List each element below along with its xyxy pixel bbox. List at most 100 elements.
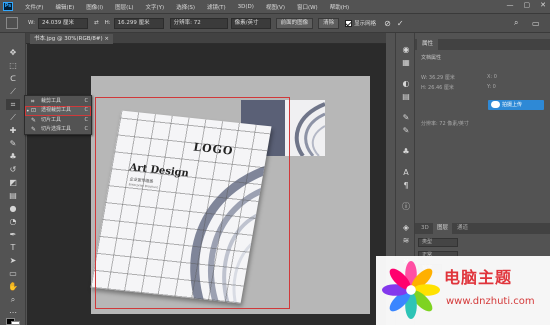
color-panel-icon[interactable]: ◐ [400,79,412,89]
minimize-icon[interactable]: — [507,1,514,9]
slice-select-icon: ✎ [31,126,37,133]
menu-type[interactable]: 文字(Y) [146,3,165,11]
flower-logo-icon [382,261,440,319]
clear-button[interactable]: 清除 [318,17,340,29]
info-panel-icon[interactable]: ⓘ [400,202,412,212]
move-tool-icon[interactable]: ✥ [6,47,20,58]
swap-icon[interactable]: ⇄ [94,20,99,26]
shortcut-key: C [84,107,89,113]
pen-tool-icon[interactable]: ✒ [6,229,20,240]
crop-bounding-box[interactable] [95,97,290,309]
front-image-button[interactable]: 前面的图像 [275,17,314,29]
history-panel-icon[interactable]: ◉ [400,45,412,55]
close-icon[interactable]: ✕ [540,1,546,9]
search-icon[interactable]: ⌕ [514,18,518,28]
crop-tool-preset-icon[interactable] [6,17,18,29]
menu-help[interactable]: 帮助(H) [330,3,349,11]
tab-layers[interactable]: 图层 [433,223,453,234]
clone-stamp-icon[interactable]: ♣ [6,151,20,162]
menu-bar: Ps 文件(F) 编辑(E) 图像(I) 图层(L) 文字(Y) 选择(S) 滤… [0,0,550,13]
character-panel-icon[interactable]: A [400,168,412,178]
flyout-item-label: 切片选择工具 [41,126,72,132]
menu-edit[interactable]: 编辑(E) [55,3,74,11]
type-tool-icon[interactable]: T [6,242,20,253]
menu-image[interactable]: 图像(I) [86,3,103,11]
flyout-item-perspective-crop[interactable]: ⊡ 透视裁剪工具 C [25,106,91,115]
resolution-input[interactable]: 分辨率: 72 [169,17,228,29]
paragraph-panel-icon[interactable]: ¶ [400,181,412,191]
layer-filter-select[interactable]: 类型 [418,238,458,247]
properties-panel-header: 属性 [415,39,550,50]
site-watermark: 电脑主题 www.dnzhuti.com [376,256,550,325]
workspace-icon[interactable]: ▭ [532,19,540,28]
clone-source-icon[interactable]: ♣ [400,147,412,157]
brush-presets-icon[interactable]: ✎ [400,126,412,136]
tools-panel: ✥ ⬚ ᑕ ⟋ ⌗ ⟋ ✚ ✎ ♣ ↺ ◩ ▤ ● ◔ ✒ T ➤ ▭ ✋ ⌕ … [0,33,26,325]
hand-tool-icon[interactable]: ✋ [6,281,20,292]
document-tab[interactable]: 书本.jpg @ 30%(RGB/8#) × [30,34,113,44]
width-readout: W: 36.29 厘米 [421,75,455,81]
menu-layer[interactable]: 图层(L) [115,3,133,11]
healing-brush-icon[interactable]: ✚ [6,125,20,136]
crop-icon: ⌗ [31,98,35,105]
crop-tool-icon[interactable]: ⌗ [6,99,20,110]
confirm-icon[interactable]: ✓ [397,19,404,28]
layers-panel-header: 3D 图层 通道 [415,223,550,234]
dodge-tool-icon[interactable]: ◔ [6,216,20,227]
cancel-icon[interactable]: ⊘ [384,19,391,28]
flyout-item-label: 裁剪工具 [41,98,62,104]
menu-filter[interactable]: 滤镜(T) [207,3,226,11]
flyout-item-slice[interactable]: ✎ 切片工具 C [25,116,91,125]
brush-tool-icon[interactable]: ✎ [6,138,20,149]
brush-panel-icon[interactable]: ✎ [400,113,412,123]
tab-properties[interactable]: 属性 [417,39,439,50]
quick-select-tool-icon[interactable]: ⟋ [6,86,20,97]
menu-file[interactable]: 文件(F) [25,3,43,11]
show-grid-checkbox[interactable] [345,19,353,27]
gradient-tool-icon[interactable]: ▤ [6,190,20,201]
tab-channels[interactable]: 通道 [453,223,472,234]
zoom-tool-icon[interactable]: ⌕ [6,294,20,305]
blur-tool-icon[interactable]: ● [6,203,20,214]
layers-panel-icon[interactable]: ◈ [400,223,412,233]
upload-label: 拍摄上传 [502,102,523,108]
shortcut-key: C [84,98,89,104]
upload-button[interactable]: 拍摄上传 [488,100,544,110]
menu-3d[interactable]: 3D(D) [238,4,254,10]
options-bar: W: 24.039 厘米 ⇄ H: 16.299 厘米 分辨率: 72 像素/英… [0,13,550,33]
menu-select[interactable]: 选择(S) [176,3,195,11]
resolution-readout: 分辨率: 72 像素/英寸 [421,121,469,127]
window-controls: — ▢ ✕ [507,1,547,9]
photoshop-logo: Ps [3,2,13,11]
properties-panel-body: 文档属性 W: 36.29 厘米 X: 0 H: 26.46 厘米 Y: 0 分… [415,50,550,130]
flyout-item-crop[interactable]: ⌗ 裁剪工具 C [25,97,91,106]
document-tab-bar: 书本.jpg @ 30%(RGB/8#) × [26,33,386,44]
eraser-tool-icon[interactable]: ◩ [6,177,20,188]
history-brush-icon[interactable]: ↺ [6,164,20,175]
width-input[interactable]: 24.039 厘米 [37,17,88,29]
watermark-url: www.dnzhuti.com [446,296,535,307]
shortcut-key: C [84,117,89,123]
height-input[interactable]: 16.299 厘米 [113,17,164,29]
swatches-panel-icon[interactable]: ▦ [400,58,412,68]
path-select-icon[interactable]: ➤ [6,255,20,266]
adjustments-panel-icon[interactable]: ▤ [400,92,412,102]
menu-view[interactable]: 视图(V) [266,3,285,11]
shape-tool-icon[interactable]: ▭ [6,268,20,279]
marquee-tool-icon[interactable]: ⬚ [6,60,20,71]
eyedropper-tool-icon[interactable]: ⟋ [6,112,20,123]
flyout-item-slice-select[interactable]: ✎ 切片选择工具 C [25,125,91,134]
document-properties-label: 文档属性 [421,55,442,61]
maximize-icon[interactable]: ▢ [524,1,531,9]
resolution-unit-select[interactable]: 像素/英寸 [230,17,271,29]
channels-panel-icon[interactable]: ≋ [400,236,412,246]
perspective-crop-icon: ⊡ [31,107,37,114]
edit-toolbar-icon[interactable]: ⋯ [6,307,20,318]
menu-window[interactable]: 窗口(W) [297,3,318,11]
x-readout: X: 0 [487,74,497,80]
lasso-tool-icon[interactable]: ᑕ [6,73,20,84]
tab-3d[interactable]: 3D [417,223,433,234]
slice-icon: ✎ [31,117,37,124]
y-readout: Y: 0 [487,84,496,90]
background-color-swatch[interactable] [11,321,20,325]
